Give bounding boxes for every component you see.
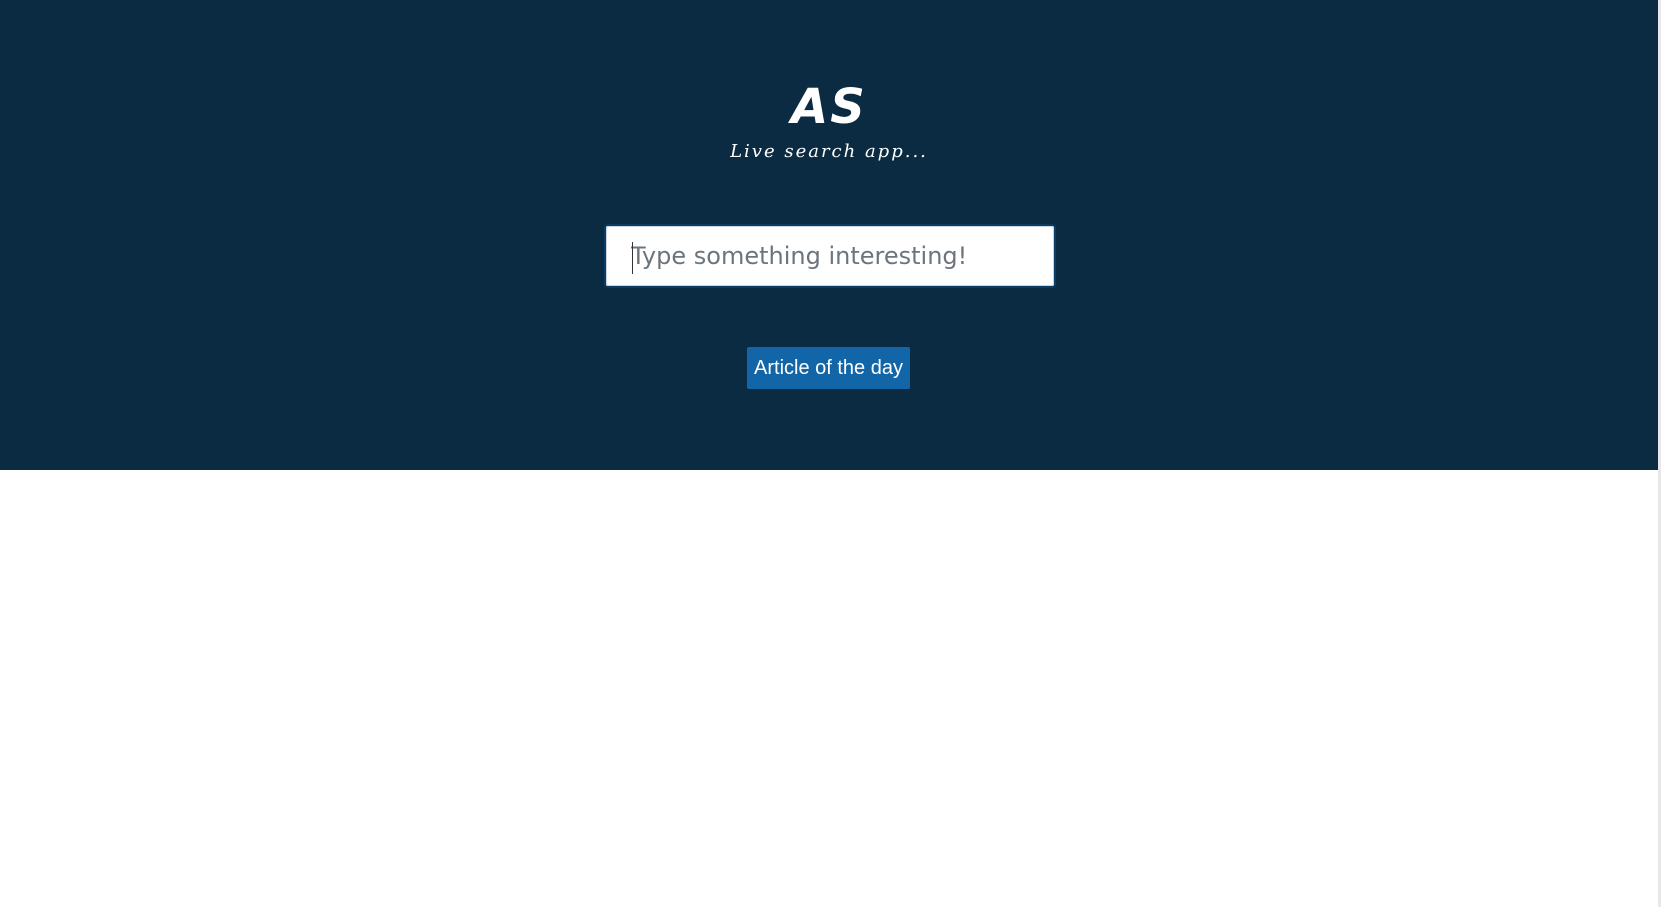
page: AS Live search app... Article of the day — [0, 0, 1661, 907]
hero-banner: AS Live search app... Article of the day — [0, 0, 1658, 470]
search-input[interactable] — [606, 226, 1054, 286]
app-logo-title: AS — [791, 79, 867, 135]
text-caret — [632, 242, 633, 274]
search-box — [604, 224, 1056, 288]
article-of-the-day-button[interactable]: Article of the day — [747, 347, 910, 389]
app-subtitle: Live search app... — [730, 141, 928, 162]
